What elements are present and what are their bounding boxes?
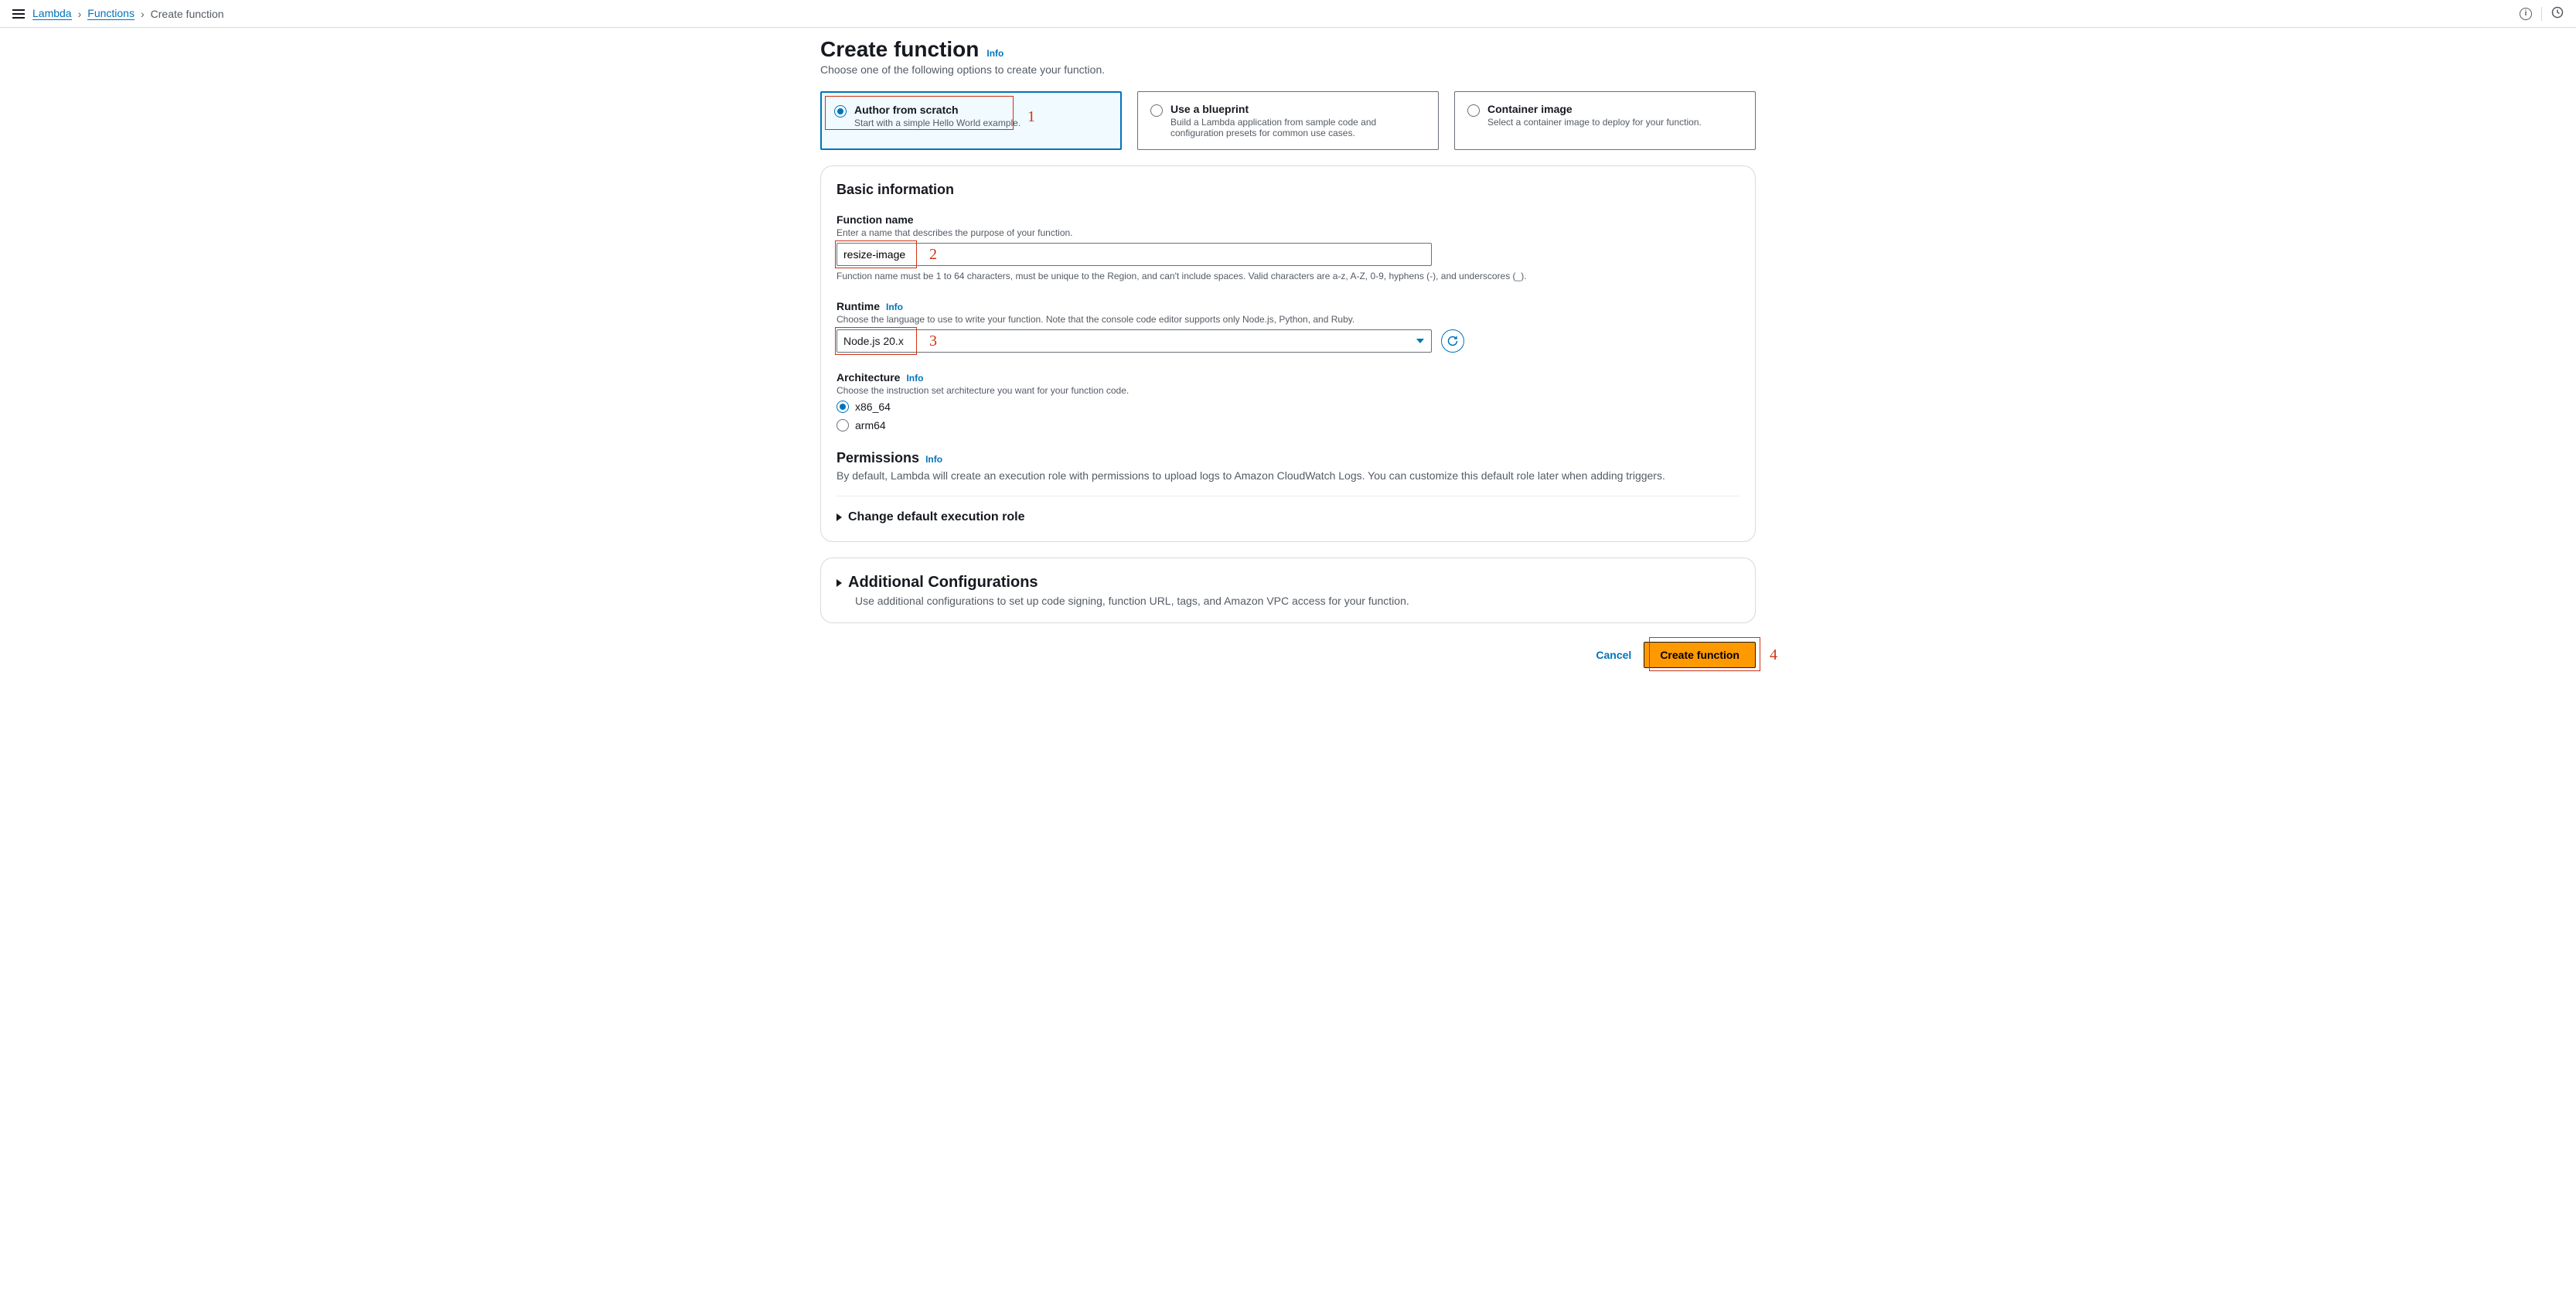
basic-info-heading: Basic information	[837, 182, 1739, 198]
hamburger-menu-icon[interactable]	[12, 9, 25, 19]
additional-configurations-panel: Additional Configurations Use additional…	[820, 558, 1756, 623]
permissions-info-link[interactable]: Info	[925, 454, 942, 465]
radio-icon	[837, 419, 849, 431]
option-title: Container image	[1487, 103, 1702, 115]
architecture-label: Architecture	[837, 371, 900, 384]
architecture-arm64-radio[interactable]: arm64	[837, 419, 1739, 431]
breadcrumb-functions[interactable]: Functions	[87, 7, 135, 20]
architecture-help: Choose the instruction set architecture …	[837, 385, 1739, 396]
expander-label: Additional Configurations	[848, 574, 1038, 592]
option-desc: Start with a simple Hello World example.	[854, 118, 1021, 128]
radio-icon	[1150, 104, 1163, 117]
breadcrumb-current: Create function	[151, 8, 224, 20]
expander-label: Change default execution role	[848, 510, 1024, 524]
divider	[2541, 7, 2542, 21]
top-bar: Lambda › Functions › Create function i	[0, 0, 2576, 28]
create-function-button[interactable]: Create function	[1644, 642, 1756, 668]
option-desc: Build a Lambda application from sample c…	[1170, 117, 1426, 138]
chevron-right-icon: ›	[78, 8, 82, 20]
architecture-x86-radio[interactable]: x86_64	[837, 401, 1739, 413]
option-desc: Select a container image to deploy for y…	[1487, 117, 1702, 128]
permissions-heading: Permissions	[837, 450, 919, 466]
triangle-right-icon	[837, 579, 842, 587]
clock-icon[interactable]	[2551, 6, 2564, 21]
function-name-label: Function name	[837, 213, 1739, 226]
additional-desc: Use additional configurations to set up …	[855, 595, 1739, 607]
option-title: Author from scratch	[854, 104, 1021, 116]
radio-icon	[1467, 104, 1480, 117]
option-author-from-scratch[interactable]: Author from scratch Start with a simple …	[820, 91, 1122, 150]
function-name-input[interactable]	[837, 243, 1432, 266]
chevron-right-icon: ›	[141, 8, 145, 20]
runtime-info-link[interactable]: Info	[886, 302, 903, 312]
refresh-button[interactable]	[1441, 329, 1464, 353]
triangle-right-icon	[837, 513, 842, 521]
page-info-link[interactable]: Info	[986, 48, 1003, 59]
annotation-number-2: 2	[929, 246, 937, 264]
runtime-select[interactable]: Node.js 20.x	[837, 329, 1432, 353]
annotation-number-4: 4	[1770, 646, 1777, 664]
info-icon[interactable]: i	[2520, 8, 2532, 20]
annotation-number-3: 3	[929, 332, 937, 350]
additional-configurations-expander[interactable]: Additional Configurations	[837, 574, 1739, 592]
annotation-number-1: 1	[1027, 108, 1035, 126]
radio-label: x86_64	[855, 401, 891, 413]
page-title: Create function	[820, 37, 979, 62]
basic-information-panel: Basic information Function name Enter a …	[820, 165, 1756, 542]
radio-selected-icon	[834, 105, 847, 118]
breadcrumb: Lambda › Functions › Create function	[32, 7, 224, 20]
radio-selected-icon	[837, 401, 849, 413]
function-name-help: Enter a name that describes the purpose …	[837, 227, 1739, 238]
breadcrumb-lambda[interactable]: Lambda	[32, 7, 72, 20]
permissions-desc: By default, Lambda will create an execut…	[837, 469, 1739, 482]
function-name-constraint: Function name must be 1 to 64 characters…	[837, 271, 1739, 281]
option-use-blueprint[interactable]: Use a blueprint Build a Lambda applicati…	[1137, 91, 1439, 150]
radio-label: arm64	[855, 419, 886, 431]
option-container-image[interactable]: Container image Select a container image…	[1454, 91, 1756, 150]
page-subtitle: Choose one of the following options to c…	[820, 63, 1756, 76]
refresh-icon	[1446, 335, 1459, 347]
cancel-button[interactable]: Cancel	[1596, 649, 1631, 661]
runtime-label: Runtime	[837, 300, 880, 312]
runtime-help: Choose the language to use to write your…	[837, 314, 1739, 325]
change-execution-role-expander[interactable]: Change default execution role	[837, 510, 1739, 524]
architecture-info-link[interactable]: Info	[906, 373, 923, 384]
option-title: Use a blueprint	[1170, 103, 1426, 115]
